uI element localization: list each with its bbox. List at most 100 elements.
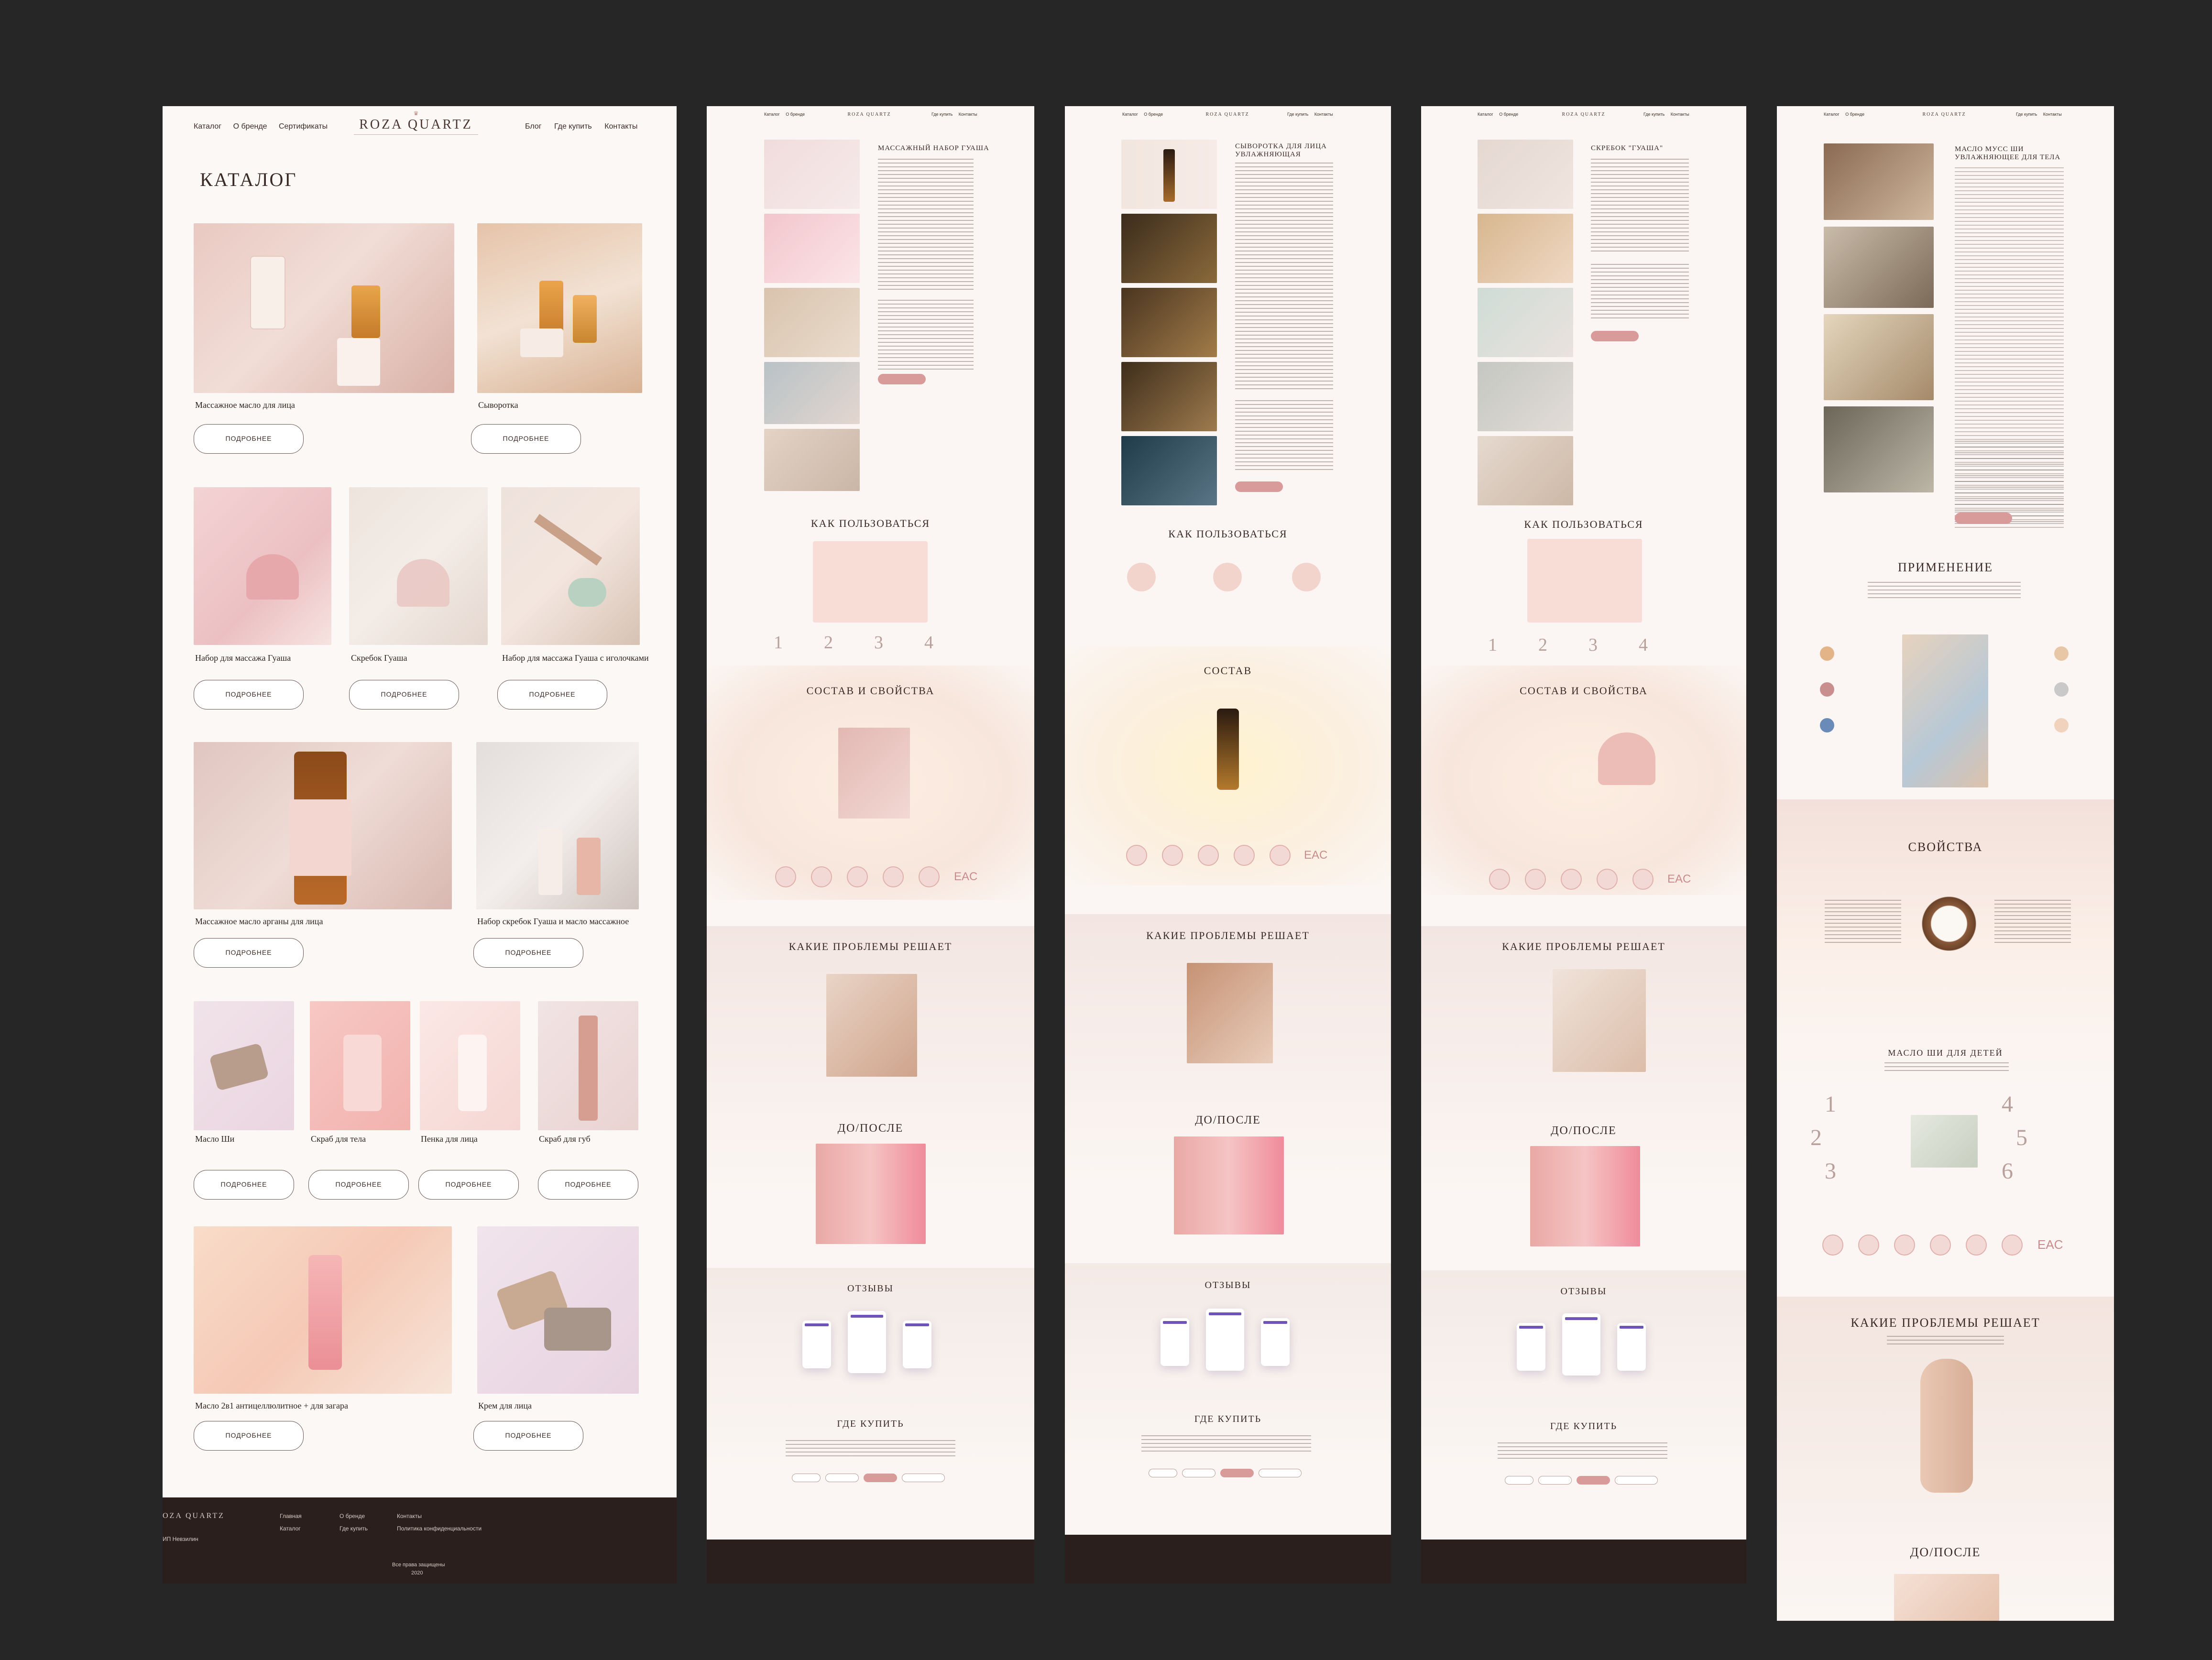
product-image-argan-oil[interactable]	[194, 742, 452, 909]
review-card[interactable]	[1562, 1313, 1600, 1376]
gallery-image[interactable]	[764, 429, 860, 491]
footer-link-about[interactable]: О бренде	[339, 1513, 365, 1519]
store-button[interactable]	[1538, 1476, 1572, 1485]
nav-contacts-link[interactable]: Контакты	[1671, 112, 1689, 117]
gallery-image[interactable]	[764, 362, 860, 424]
nav-contacts-link[interactable]: Контакты	[604, 122, 637, 131]
brand-logo[interactable]: ROZA QUARTZ	[1204, 112, 1251, 117]
footer-link-privacy[interactable]: Политика конфиденциальности	[397, 1525, 482, 1532]
nav-about-link[interactable]: О бренде	[233, 122, 267, 131]
store-button[interactable]	[864, 1474, 897, 1482]
details-button[interactable]: ПОДРОБНЕЕ	[349, 680, 459, 710]
details-button[interactable]: ПОДРОБНЕЕ	[194, 1170, 294, 1200]
nav-where-buy-link[interactable]: Где купить	[1287, 112, 1308, 117]
footer-link-contacts[interactable]: Контакты	[397, 1513, 422, 1519]
gallery-image[interactable]	[764, 214, 860, 283]
nav-about-link[interactable]: О бренде	[1499, 112, 1518, 117]
store-button[interactable]	[902, 1474, 945, 1482]
gallery-image[interactable]	[1121, 288, 1217, 357]
product-image-gua-sha-set[interactable]	[194, 487, 331, 645]
nav-contacts-link[interactable]: Контакты	[959, 112, 977, 117]
details-button[interactable]: ПОДРОБНЕЕ	[471, 424, 581, 454]
product-image-lip-scrub[interactable]	[538, 1001, 638, 1130]
nav-where-buy-link[interactable]: Где купить	[554, 122, 592, 131]
nav-where-buy-link[interactable]: Где купить	[2016, 112, 2037, 117]
nav-about-link[interactable]: О бренде	[786, 112, 805, 117]
gallery-image[interactable]	[1121, 362, 1217, 431]
review-card[interactable]	[1517, 1323, 1545, 1371]
nav-catalog-link[interactable]: Каталог	[764, 112, 780, 117]
store-button[interactable]	[825, 1474, 859, 1482]
details-button[interactable]: ПОДРОБНЕЕ	[194, 1421, 304, 1451]
product-image-face-foam[interactable]	[420, 1001, 520, 1130]
nav-catalog-link[interactable]: Каталог	[194, 122, 221, 131]
nav-contacts-link[interactable]: Контакты	[2043, 112, 2062, 117]
store-button[interactable]	[1577, 1476, 1610, 1485]
gallery-image[interactable]	[1824, 143, 1934, 220]
store-button[interactable]	[792, 1474, 821, 1482]
nav-catalog-link[interactable]: Каталог	[1824, 112, 1840, 117]
gallery-image[interactable]	[1824, 406, 1934, 492]
nav-catalog-link[interactable]: Каталог	[1478, 112, 1493, 117]
gallery-image[interactable]	[1478, 436, 1573, 505]
gallery-image[interactable]	[1478, 362, 1573, 431]
gallery-image[interactable]	[1478, 140, 1573, 209]
nav-about-link[interactable]: О бренде	[1144, 112, 1163, 117]
details-button[interactable]: ПОДРОБНЕЕ	[538, 1170, 638, 1200]
footer-logo[interactable]: OZA QUARTZ	[163, 1512, 225, 1520]
review-card[interactable]	[1161, 1318, 1189, 1366]
gallery-image[interactable]	[764, 288, 860, 357]
footer-link-catalog[interactable]: Каталог	[280, 1525, 301, 1532]
details-button[interactable]: ПОДРОБНЕЕ	[418, 1170, 519, 1200]
store-button[interactable]	[1220, 1469, 1254, 1477]
details-button[interactable]: ПОДРОБНЕЕ	[308, 1170, 409, 1200]
gallery-image[interactable]	[1121, 140, 1217, 209]
review-card[interactable]	[1617, 1323, 1646, 1371]
nav-where-buy-link[interactable]: Где купить	[931, 112, 953, 117]
gallery-image[interactable]	[1478, 288, 1573, 357]
brand-logo[interactable]: ROZA QUARTZ	[1920, 112, 1968, 117]
review-card[interactable]	[802, 1321, 831, 1368]
product-image-massage-oil[interactable]	[194, 223, 454, 393]
details-button[interactable]: ПОДРОБНЕЕ	[194, 424, 304, 454]
details-button[interactable]: ПОДРОБНЕЕ	[473, 1421, 583, 1451]
product-image-gua-sha-scraper[interactable]	[349, 487, 488, 645]
details-button[interactable]: ПОДРОБНЕЕ	[473, 938, 583, 968]
store-button[interactable]	[1182, 1469, 1216, 1477]
buy-button[interactable]	[1955, 513, 2012, 524]
gallery-image[interactable]	[1121, 436, 1217, 505]
review-card[interactable]	[1261, 1318, 1290, 1366]
review-card[interactable]	[1206, 1309, 1244, 1371]
gallery-image[interactable]	[764, 140, 860, 209]
store-button[interactable]	[1259, 1469, 1302, 1477]
details-button[interactable]: ПОДРОБНЕЕ	[497, 680, 607, 710]
product-image-gua-sha-needles[interactable]	[501, 487, 640, 645]
review-card[interactable]	[848, 1311, 886, 1373]
gallery-image[interactable]	[1824, 227, 1934, 308]
store-button[interactable]	[1615, 1476, 1658, 1485]
buy-button[interactable]	[1235, 481, 1283, 492]
product-image-body-scrub[interactable]	[310, 1001, 410, 1130]
details-button[interactable]: ПОДРОБНЕЕ	[194, 938, 304, 968]
gallery-image[interactable]	[1121, 214, 1217, 283]
brand-logo[interactable]: ♛ ROZA QUARTZ	[354, 110, 478, 135]
product-image-anticellulite-oil[interactable]	[194, 1226, 452, 1394]
gallery-image[interactable]	[1824, 314, 1934, 400]
nav-catalog-link[interactable]: Каталог	[1122, 112, 1138, 117]
footer-link-where-buy[interactable]: Где купить	[339, 1525, 368, 1532]
nav-blog-link[interactable]: Блог	[525, 122, 542, 131]
gallery-image[interactable]	[1478, 214, 1573, 283]
nav-certificates-link[interactable]: Сертификаты	[279, 122, 328, 131]
product-image-serum[interactable]	[477, 223, 642, 393]
brand-logo[interactable]: ROZA QUARTZ	[845, 112, 893, 117]
buy-button[interactable]	[878, 374, 926, 384]
nav-contacts-link[interactable]: Контакты	[1314, 112, 1333, 117]
product-image-face-cream[interactable]	[477, 1226, 639, 1394]
review-card[interactable]	[903, 1321, 931, 1368]
product-image-shea-butter[interactable]	[194, 1001, 294, 1130]
nav-about-link[interactable]: О бренде	[1845, 112, 1864, 117]
brand-logo[interactable]: ROZA QUARTZ	[1560, 112, 1608, 117]
store-button[interactable]	[1149, 1469, 1177, 1477]
footer-link-home[interactable]: Главная	[280, 1513, 302, 1519]
store-button[interactable]	[1505, 1476, 1533, 1485]
